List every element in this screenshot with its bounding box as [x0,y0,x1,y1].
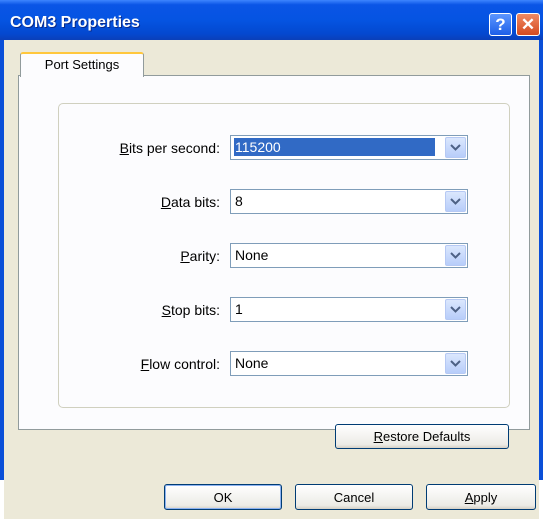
restore-defaults-key: R [373,429,383,444]
window-title: COM3 Properties [10,14,140,31]
stop-bits-label: Stop bits: [161,302,220,318]
help-button[interactable]: ? [489,13,512,36]
help-icon: ? [495,14,506,34]
close-button[interactable]: ✕ [516,13,540,36]
chevron-down-icon[interactable] [445,137,466,158]
restore-defaults-button[interactable]: Restore Defaults [335,424,509,449]
data-bits-label: Data bits: [160,194,220,210]
chevron-down-icon[interactable] [445,353,466,374]
bits-per-second-select[interactable]: 115200 [230,135,468,160]
stop-bits-value: 1 [235,301,243,317]
flow-control-value: None [235,355,269,371]
parity-select[interactable]: None [230,243,468,268]
apply-button[interactable]: Apply [426,484,536,510]
data-bits-value: 8 [235,193,243,209]
close-icon: ✕ [520,14,536,34]
stop-bits-select[interactable]: 1 [230,297,468,322]
bits-per-second-value: 115200 [234,138,435,156]
parity-label: Parity: [180,248,220,264]
flow-control-label: Flow control: [140,356,220,372]
restore-defaults-label: estore Defaults [382,429,471,444]
apply-key: A [464,489,474,505]
parity-value: None [235,247,269,263]
bits-per-second-label: Bits per second: [119,140,220,156]
window-frame-right [539,40,543,480]
tab-port-settings[interactable]: Port Settings [20,52,144,77]
data-bits-select[interactable]: 8 [230,189,468,214]
window-frame-left [0,40,4,480]
flow-control-select[interactable]: None [230,351,468,376]
chevron-down-icon[interactable] [445,299,466,320]
ok-button[interactable]: OK [164,484,282,510]
chevron-down-icon[interactable] [445,245,466,266]
chevron-down-icon[interactable] [445,191,466,212]
cancel-button[interactable]: Cancel [295,484,413,510]
apply-label: pply [473,489,498,505]
